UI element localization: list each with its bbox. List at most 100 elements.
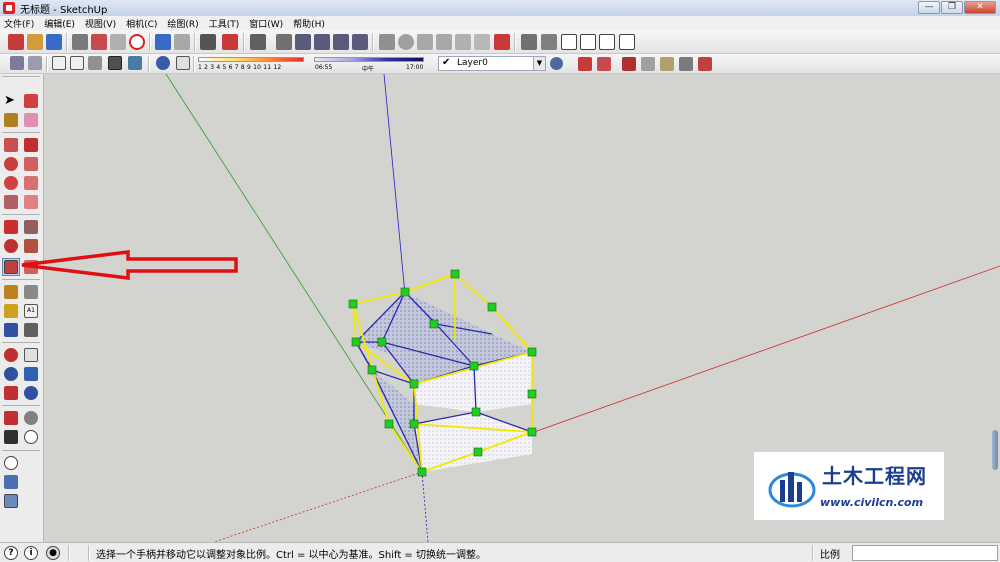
solid-split-icon[interactable]: [679, 57, 693, 71]
open-file-icon[interactable]: [27, 34, 43, 50]
copy-icon[interactable]: [91, 34, 107, 50]
erase-icon[interactable]: [129, 34, 145, 50]
geo-location-icon[interactable]: [4, 456, 18, 470]
two-point-arc-icon[interactable]: [24, 195, 38, 209]
menu-view[interactable]: 视图(V): [85, 17, 116, 30]
iso-view-icon[interactable]: [276, 34, 292, 50]
position-camera-icon[interactable]: [4, 411, 18, 425]
print-icon[interactable]: [200, 34, 216, 50]
look-around-icon[interactable]: [24, 411, 38, 425]
paint-bucket-icon[interactable]: [4, 113, 18, 127]
geolocation-status-icon[interactable]: ?: [4, 546, 18, 560]
back-edges-icon[interactable]: [28, 56, 42, 70]
shaded-texture-icon[interactable]: [108, 56, 122, 70]
menu-file[interactable]: 文件(F): [4, 17, 34, 30]
freehand-icon[interactable]: [24, 157, 38, 171]
add-detail-icon[interactable]: [494, 34, 510, 50]
warehouse-icon[interactable]: [541, 34, 557, 50]
new-file-icon[interactable]: [8, 34, 24, 50]
cut-icon[interactable]: [72, 34, 88, 50]
orbit-icon[interactable]: [4, 348, 18, 362]
pie-icon[interactable]: [4, 195, 18, 209]
photo-texture-icon[interactable]: [4, 475, 18, 489]
text-tool-icon[interactable]: A1: [24, 304, 38, 318]
zoom-window-icon[interactable]: [24, 367, 38, 381]
toggle-terrain-icon[interactable]: [4, 494, 18, 508]
menu-window[interactable]: 窗口(W): [249, 17, 283, 30]
fog-icon[interactable]: [176, 56, 190, 70]
chevron-down-icon[interactable]: ▼: [533, 57, 545, 70]
xray-icon[interactable]: [10, 56, 24, 70]
previous-view-icon[interactable]: [24, 386, 38, 400]
user-account-icon[interactable]: ●: [46, 546, 60, 560]
components-icon[interactable]: [521, 34, 537, 50]
stamp-icon[interactable]: [436, 34, 452, 50]
shaded-icon[interactable]: [88, 56, 102, 70]
extension-icon[interactable]: [619, 34, 635, 50]
front-view-icon[interactable]: [314, 34, 330, 50]
solid-trim-icon[interactable]: [660, 57, 674, 71]
monochrome-icon[interactable]: [128, 56, 142, 70]
close-button[interactable]: ✕: [964, 1, 996, 14]
outer-shell-icon[interactable]: [698, 57, 712, 71]
terrain-icon[interactable]: [417, 34, 433, 50]
layer-manager-icon[interactable]: [550, 57, 563, 70]
shadow-toggle-icon[interactable]: [156, 56, 170, 70]
section-plane-icon[interactable]: [24, 430, 38, 444]
menu-edit[interactable]: 编辑(E): [44, 17, 75, 30]
protractor-icon[interactable]: [4, 304, 18, 318]
polygon-icon[interactable]: [4, 176, 18, 190]
zoom-extents-icon[interactable]: [4, 386, 18, 400]
sandbox-icon[interactable]: [379, 34, 395, 50]
pencil-line-icon[interactable]: [24, 138, 38, 152]
eraser-icon[interactable]: [24, 113, 38, 127]
walk-icon[interactable]: [4, 430, 18, 444]
camera-icon[interactable]: [250, 34, 266, 50]
menu-help[interactable]: 帮助(H): [293, 17, 325, 30]
viewport-scroll-handle[interactable]: [992, 430, 998, 470]
minimize-button[interactable]: —: [918, 1, 940, 14]
top-view-icon[interactable]: [295, 34, 311, 50]
right-view-icon[interactable]: [333, 34, 349, 50]
push-pull-face-icon[interactable]: [578, 57, 592, 71]
pan-hand-icon[interactable]: [24, 348, 38, 362]
make-component-icon[interactable]: [24, 94, 38, 108]
move-icon[interactable]: [4, 220, 18, 234]
share-model-icon[interactable]: [599, 34, 615, 50]
push-pull-icon[interactable]: [24, 220, 38, 234]
measurements-label: 比例: [820, 550, 840, 561]
redo-icon[interactable]: [174, 34, 190, 50]
paste-icon[interactable]: [110, 34, 126, 50]
drape-icon[interactable]: [455, 34, 471, 50]
menu-tools[interactable]: 工具(T): [209, 17, 240, 30]
shadow-time-slider[interactable]: 06:55 中午 17:00: [314, 55, 426, 73]
layer-dropdown[interactable]: ✔ Layer0 ▼: [438, 56, 546, 71]
time-start-label: 06:55: [315, 64, 333, 71]
flip-edge-icon[interactable]: [474, 34, 490, 50]
hidden-line-icon[interactable]: [70, 56, 84, 70]
measurements-input[interactable]: [852, 545, 998, 561]
wireframe-icon[interactable]: [52, 56, 66, 70]
info-status-icon[interactable]: i: [24, 546, 38, 560]
menu-draw[interactable]: 绘图(R): [167, 17, 198, 30]
shadow-month-slider[interactable]: 1 2 3 4 5 6 7 8 9 10 11 12: [198, 55, 306, 73]
axes-icon[interactable]: [4, 323, 18, 337]
solid-subtract-icon[interactable]: [641, 57, 655, 71]
3d-text-icon[interactable]: [24, 323, 38, 337]
get-model-icon[interactable]: [580, 34, 596, 50]
maximize-button[interactable]: ❐: [941, 1, 963, 14]
intersect-icon[interactable]: [597, 57, 611, 71]
undo-icon[interactable]: [155, 34, 171, 50]
model-info-icon[interactable]: [222, 34, 238, 50]
solid-union-icon[interactable]: [622, 57, 636, 71]
section-icon[interactable]: [398, 34, 414, 50]
select-arrow-icon[interactable]: ➤: [4, 94, 18, 108]
home-icon[interactable]: [561, 34, 577, 50]
zoom-icon[interactable]: [4, 367, 18, 381]
rectangle-icon[interactable]: [4, 138, 18, 152]
back-view-icon[interactable]: [352, 34, 368, 50]
menu-camera[interactable]: 相机(C): [126, 17, 157, 30]
circle-icon[interactable]: [4, 157, 18, 171]
save-icon[interactable]: [46, 34, 62, 50]
arc-icon[interactable]: [24, 176, 38, 190]
